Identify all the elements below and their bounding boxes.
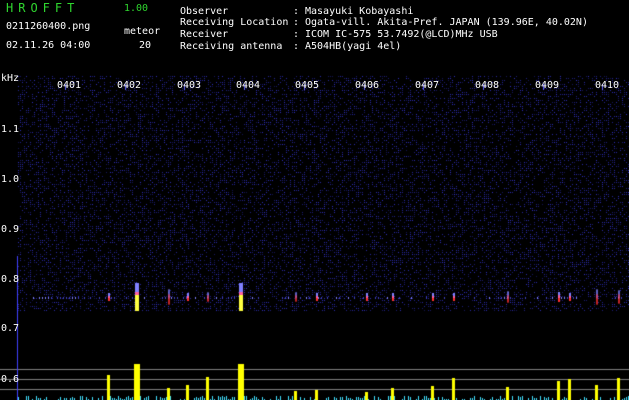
time-tick-label: 0405 [295,80,320,91]
time-tick-label: 0408 [475,80,500,91]
time-tick-label: 0406 [355,80,380,91]
info-key: Receiving Location [180,17,289,28]
time-tick-label: 0407 [415,80,440,91]
freq-tick-label: 0.7 [1,323,20,334]
meteor-count: 20 [139,40,152,51]
time-tick-label: 0401 [57,80,82,91]
time-tick-label: 0404 [236,80,261,91]
observation-datetime: 02.11.26 04:00 [6,40,91,51]
info-key: Receiver [180,29,229,40]
image-filename: 0211260400.png [6,21,91,32]
freq-tick-label: 0.9 [1,224,20,235]
freq-tick-label: 0.8 [1,274,20,285]
freq-tick-label: 1.0 [1,174,20,185]
info-antenna: Receiving antenna: A504HB(yagi 4el) [180,41,401,53]
info-location: Receiving Location: Ogata-vill. Akita-Pre… [180,17,588,29]
app-title: HROFFT [6,1,80,15]
info-separator: : [293,41,300,52]
info-separator: : [293,17,300,28]
time-tick-label: 0402 [117,80,142,91]
info-receiver: Receiver: ICOM IC-575 53.7492(@LCD)MHz US… [180,29,498,41]
freq-tick-label: 1.1 [1,124,20,135]
time-tick-label: 0409 [535,80,560,91]
info-value: ICOM IC-575 53.7492(@LCD)MHz USB [305,29,498,40]
spectrogram-canvas [0,66,629,400]
freq-tick-label: 0.6 [1,374,20,385]
info-value: Ogata-vill. Akita-Pref. JAPAN (139.96E, … [305,17,588,28]
info-separator: : [293,29,300,40]
info-value: A504HB(yagi 4el) [305,41,402,52]
time-tick-label: 0403 [177,80,202,91]
info-value: Masayuki Kobayashi [305,6,414,17]
time-tick-label: 0410 [595,80,620,91]
app-version: 1.00 [124,3,149,14]
unit-label: kHz [1,73,20,84]
info-key: Receiving antenna [180,41,283,52]
meteor-label: meteor [124,26,161,37]
